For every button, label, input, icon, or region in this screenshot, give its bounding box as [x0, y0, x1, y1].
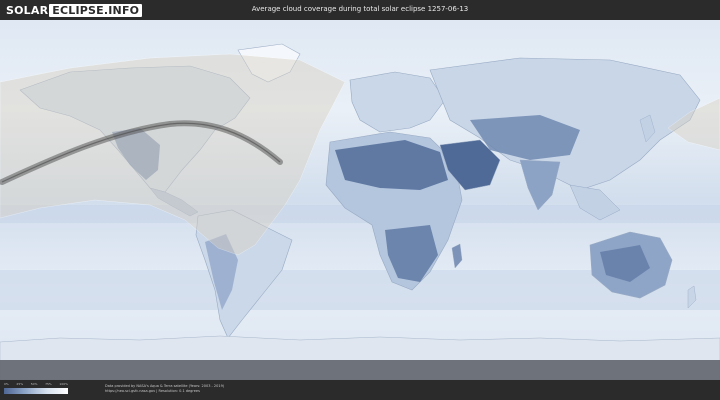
cloud-coverage-map: [0, 20, 720, 380]
credit-line-url[interactable]: https://neo.sci.gsfc.nasa.gov | Resoluti…: [105, 389, 224, 394]
legend-tick: 25%: [16, 382, 24, 386]
header-bar: SOLAR ECLIPSE.INFO Average cloud coverag…: [0, 0, 720, 20]
footer-bar: 0% 25% 50% 75% 100% Data provided by NAS…: [0, 380, 720, 400]
legend-tick: 75%: [45, 382, 52, 386]
legend-tick: 0%: [4, 382, 9, 386]
legend-tick: 50%: [30, 382, 38, 386]
data-credits: Data provided by NASA's Aqua & Terra sat…: [105, 384, 224, 394]
antarctic-dark-strip: [0, 360, 720, 380]
cloud-coverage-legend: 0% 25% 50% 75% 100%: [4, 382, 68, 398]
map-title: Average cloud coverage during total sola…: [251, 5, 469, 13]
world-map-svg: [0, 20, 720, 380]
legend-gradient-bar: [4, 388, 68, 394]
legend-ticks: 0% 25% 50% 75% 100%: [4, 382, 68, 387]
legend-tick: 100%: [59, 382, 68, 386]
